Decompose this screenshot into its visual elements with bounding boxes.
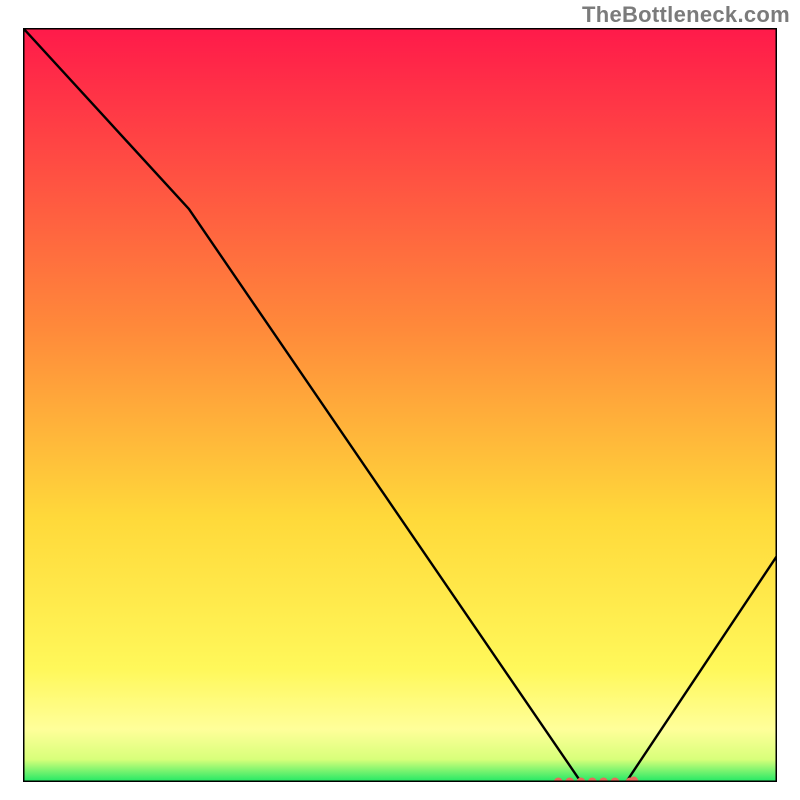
bottleneck-chart (23, 28, 777, 782)
watermark-label: TheBottleneck.com (582, 2, 790, 28)
chart-gradient-background (23, 28, 777, 782)
chart-svg (23, 28, 777, 782)
